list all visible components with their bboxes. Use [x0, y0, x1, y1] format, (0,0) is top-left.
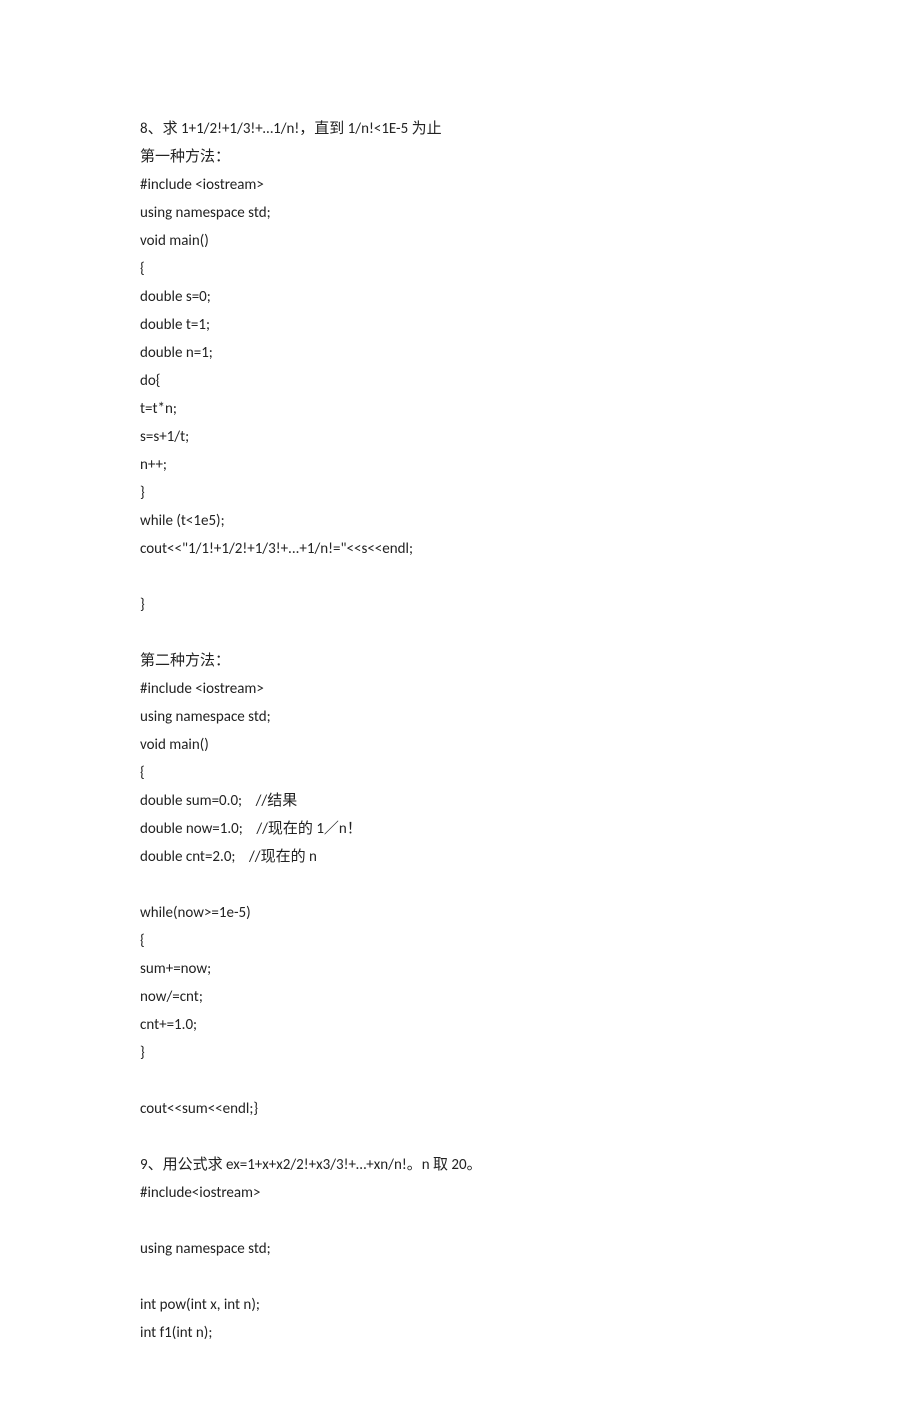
code-line: }	[140, 591, 780, 619]
code-line: while(now>=1e-5)	[140, 899, 780, 927]
code-line: double t=1;	[140, 311, 780, 339]
code-line: while (t<1e5);	[140, 507, 780, 535]
code-line	[140, 1263, 780, 1291]
code-line: now/=cnt;	[140, 983, 780, 1011]
code-line: #include <iostream>	[140, 171, 780, 199]
code-line: double now=1.0; //现在的 1／n！	[140, 815, 780, 843]
code-line: {	[140, 255, 780, 283]
code-line: cout<<"1/1!+1/2!+1/3!+...+1/n!="<<s<<end…	[140, 535, 780, 563]
code-line	[140, 1067, 780, 1095]
code-line	[140, 563, 780, 591]
code-line: n++;	[140, 451, 780, 479]
code-line: 第二种方法：	[140, 647, 780, 675]
code-line: void main()	[140, 227, 780, 255]
code-line: sum+=now;	[140, 955, 780, 983]
code-line: t=t*n;	[140, 395, 780, 423]
code-line: {	[140, 927, 780, 955]
code-line: #include<iostream>	[140, 1179, 780, 1207]
code-line: do{	[140, 367, 780, 395]
code-line: int pow(int x, int n);	[140, 1291, 780, 1319]
document-page: 8、求 1+1/2!+1/3!+…1/n!，直到 1/n!<1E-5 为止第一种…	[0, 0, 920, 1427]
code-line: using namespace std;	[140, 1235, 780, 1263]
code-line	[140, 619, 780, 647]
code-line: using namespace std;	[140, 199, 780, 227]
code-line: double n=1;	[140, 339, 780, 367]
code-line: int f1(int n);	[140, 1319, 780, 1347]
code-line	[140, 1207, 780, 1235]
code-line: cnt+=1.0;	[140, 1011, 780, 1039]
code-line: #include <iostream>	[140, 675, 780, 703]
code-line: double s=0;	[140, 283, 780, 311]
code-line: }	[140, 479, 780, 507]
code-line: void main()	[140, 731, 780, 759]
code-line: using namespace std;	[140, 703, 780, 731]
code-line: cout<<sum<<endl;}	[140, 1095, 780, 1123]
code-line: double cnt=2.0; //现在的 n	[140, 843, 780, 871]
code-line: {	[140, 759, 780, 787]
code-line: s=s+1/t;	[140, 423, 780, 451]
code-line: 8、求 1+1/2!+1/3!+…1/n!，直到 1/n!<1E-5 为止	[140, 115, 780, 143]
code-line	[140, 1123, 780, 1151]
code-line: 第一种方法：	[140, 143, 780, 171]
code-line: }	[140, 1039, 780, 1067]
code-line	[140, 871, 780, 899]
code-line: 9、用公式求 ex=1+x+x2/2!+x3/3!+…+xn/n!。n 取 20…	[140, 1151, 780, 1179]
code-line: double sum=0.0; //结果	[140, 787, 780, 815]
